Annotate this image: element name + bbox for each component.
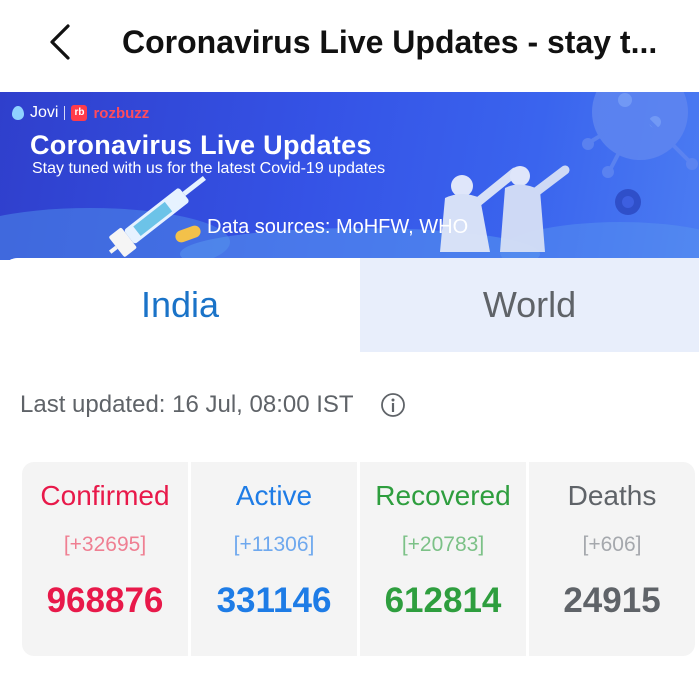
brand-divider <box>64 106 66 120</box>
stat-delta: [+11306] <box>233 533 315 556</box>
stats-grid: Confirmed [+32695] 968876 Active [+11306… <box>22 462 698 656</box>
stat-total: 968876 <box>46 581 164 620</box>
stat-active: Active [+11306] 331146 <box>191 462 357 656</box>
rozbuzz-logo-icon: rb <box>71 105 88 121</box>
stat-label: Deaths <box>567 480 657 511</box>
stat-delta: [+606] <box>582 533 642 556</box>
jovi-logo-icon <box>12 106 24 120</box>
stat-label: Confirmed <box>40 480 170 511</box>
stat-delta: [+32695] <box>63 533 147 556</box>
stat-delta: [+20783] <box>401 533 485 556</box>
banner-brand: Jovi rb rozbuzz <box>12 102 149 124</box>
info-circle-icon[interactable] <box>380 392 406 418</box>
stat-label: Active <box>235 480 313 511</box>
banner-title: Coronavirus Live Updates <box>30 130 372 160</box>
tab-world[interactable]: World <box>360 258 699 352</box>
covid-banner[interactable]: Jovi rb rozbuzz Coronavirus Live Updates… <box>0 92 699 260</box>
stat-recovered: Recovered [+20783] 612814 <box>360 462 526 656</box>
stat-confirmed: Confirmed [+32695] 968876 <box>22 462 188 656</box>
stats-card: India World Last updated: 16 Jul, 08:00 … <box>0 258 699 690</box>
stat-total: 331146 <box>216 581 332 620</box>
back-button[interactable] <box>38 18 86 66</box>
app-bar: Coronavirus Live Updates - stay t... <box>0 0 699 92</box>
banner-data-sources: Data sources: MoHFW, WHO <box>207 216 469 238</box>
chevron-left-icon <box>50 24 70 60</box>
stat-total: 24915 <box>563 581 661 620</box>
tab-india[interactable]: India <box>0 258 360 352</box>
stat-label: Recovered <box>375 480 511 511</box>
banner-subtitle: Stay tuned with us for the latest Covid-… <box>32 160 386 177</box>
rozbuzz-label: rozbuzz <box>93 104 150 122</box>
jovi-label: Jovi <box>30 104 59 121</box>
region-tabs: India World <box>0 258 699 352</box>
stat-deaths: Deaths [+606] 24915 <box>529 462 695 656</box>
stat-total: 612814 <box>384 581 502 620</box>
last-updated-row: Last updated: 16 Jul, 08:00 IST <box>20 390 406 420</box>
page-title: Coronavirus Live Updates - stay t... <box>122 24 658 60</box>
last-updated-text: Last updated: 16 Jul, 08:00 IST <box>20 391 354 418</box>
